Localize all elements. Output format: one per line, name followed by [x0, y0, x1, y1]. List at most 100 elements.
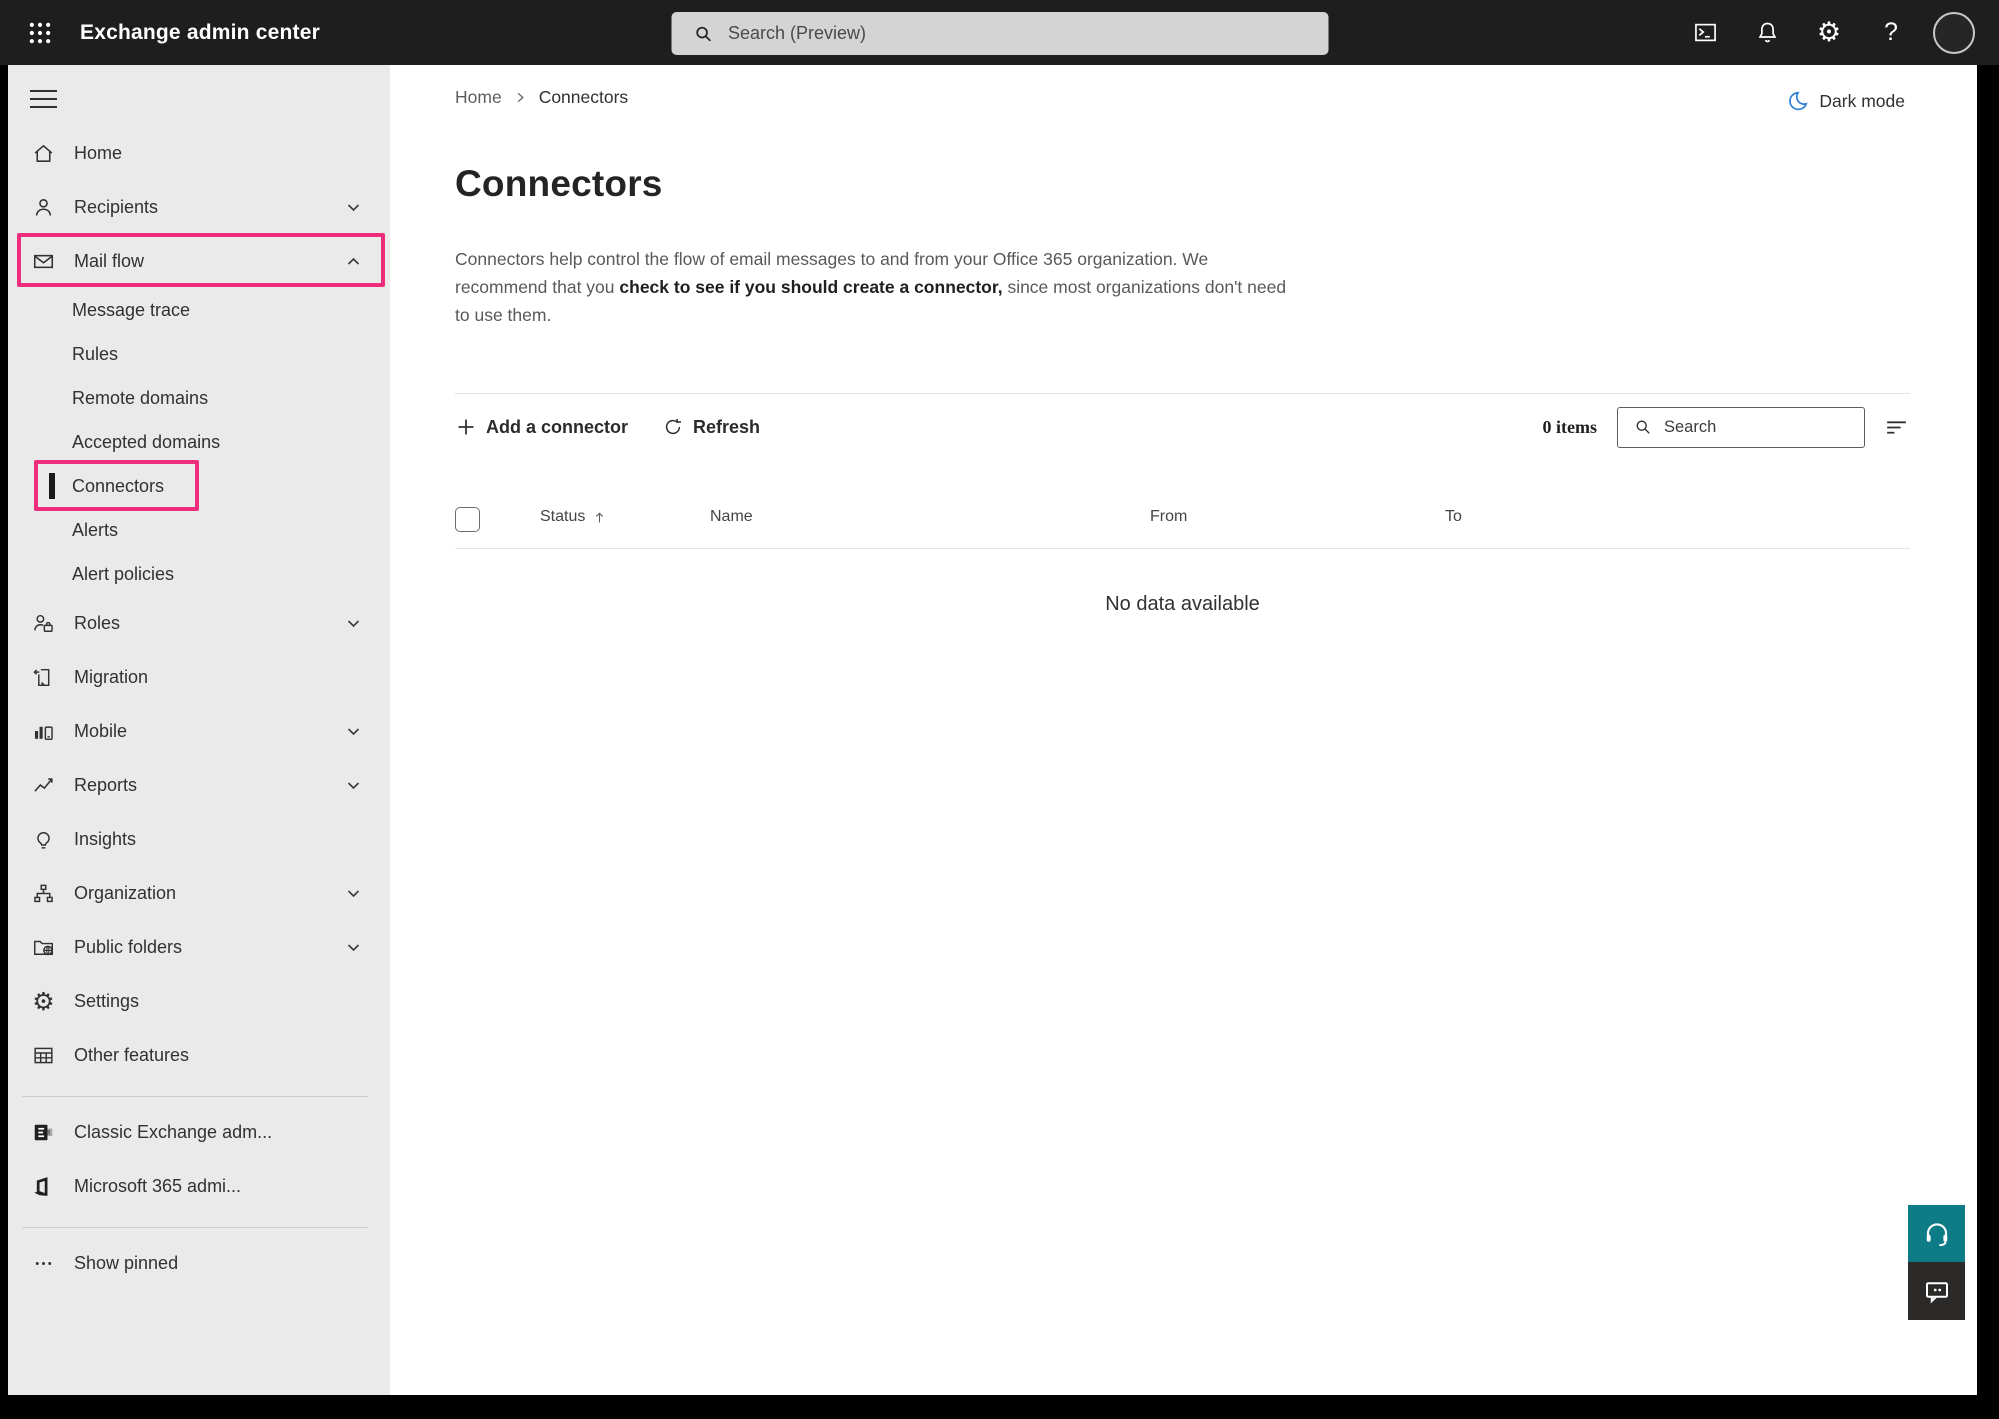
sidebar-item-connectors[interactable]: Connectors — [8, 464, 390, 508]
question-mark-icon: ? — [1884, 18, 1898, 47]
sidebar-item-label: Migration — [74, 667, 148, 688]
chevron-up-icon — [343, 251, 364, 272]
waffle-icon — [26, 19, 54, 47]
sidebar-item-label: Roles — [74, 613, 120, 634]
search-icon — [691, 22, 715, 46]
sidebar-item-settings[interactable]: ⚙ Settings — [8, 974, 390, 1028]
gear-icon: ⚙ — [1817, 19, 1841, 46]
notifications-button[interactable] — [1747, 13, 1787, 53]
global-search-input[interactable] — [728, 23, 1328, 44]
chevron-right-icon — [513, 90, 528, 105]
ellipsis-icon — [30, 1250, 57, 1277]
add-connector-button[interactable]: Add a connector — [455, 416, 628, 438]
list-toolbar: Add a connector Refresh 0 items — [455, 405, 1910, 449]
dark-mode-toggle[interactable]: Dark mode — [1784, 89, 1905, 114]
table-grid-icon — [30, 1042, 57, 1069]
refresh-icon — [662, 416, 684, 438]
sidebar-item-label: Connectors — [72, 476, 164, 497]
refresh-label: Refresh — [693, 417, 760, 438]
sidebar-item-remote-domains[interactable]: Remote domains — [8, 376, 390, 420]
sidebar-nav: Home Recipients Mail flow Message trace … — [8, 65, 390, 1395]
sidebar-item-show-pinned[interactable]: Show pinned — [8, 1236, 390, 1290]
create-connector-link[interactable]: check to see if you should create a conn… — [619, 277, 1002, 297]
line-chart-icon — [30, 772, 57, 799]
chevron-down-icon — [343, 721, 364, 742]
sidebar-item-classic-exchange-admin[interactable]: Classic Exchange adm... — [8, 1105, 390, 1159]
sidebar-item-label: Insights — [74, 829, 136, 850]
sidebar-item-microsoft-365-admin[interactable]: Microsoft 365 admi... — [8, 1159, 390, 1213]
section-divider — [455, 393, 1910, 394]
column-label: Status — [540, 508, 585, 526]
filter-sort-button[interactable] — [1883, 414, 1910, 441]
microsoft-365-logo-icon — [30, 1173, 57, 1200]
gear-icon: ⚙ — [30, 988, 57, 1015]
column-header-from[interactable]: From — [1150, 508, 1187, 526]
sidebar-item-reports[interactable]: Reports — [8, 758, 390, 812]
page-title: Connectors — [455, 163, 663, 205]
chevron-down-icon — [343, 197, 364, 218]
support-button[interactable] — [1908, 1205, 1965, 1262]
sidebar-item-mobile[interactable]: Mobile — [8, 704, 390, 758]
mobile-devices-icon — [30, 718, 57, 745]
table-header-divider — [455, 548, 1910, 549]
list-search-box[interactable] — [1617, 407, 1865, 448]
migration-document-icon — [30, 664, 57, 691]
settings-button[interactable]: ⚙ — [1809, 13, 1849, 53]
select-all-checkbox[interactable] — [455, 507, 480, 532]
column-header-to[interactable]: To — [1445, 508, 1462, 526]
screenshot-frame: Exchange admin center ⚙ ? — [0, 0, 1999, 1419]
sidebar-item-migration[interactable]: Migration — [8, 650, 390, 704]
account-avatar[interactable] — [1933, 12, 1975, 54]
sidebar-item-mail-flow[interactable]: Mail flow — [8, 234, 390, 288]
column-header-status[interactable]: Status — [540, 508, 608, 526]
help-button[interactable]: ? — [1871, 13, 1911, 53]
sidebar-divider — [22, 1227, 368, 1228]
collapse-nav-button[interactable] — [30, 90, 57, 108]
sidebar-item-recipients[interactable]: Recipients — [8, 180, 390, 234]
sidebar-item-label: Rules — [72, 344, 118, 365]
sidebar-item-label: Mobile — [74, 721, 127, 742]
app-title: Exchange admin center — [80, 0, 320, 65]
breadcrumb-current: Connectors — [539, 87, 629, 108]
folder-globe-icon — [30, 934, 57, 961]
sidebar-item-label: Show pinned — [74, 1253, 178, 1274]
sidebar-item-home[interactable]: Home — [8, 126, 390, 180]
list-search-input[interactable] — [1664, 418, 1864, 437]
sidebar-item-insights[interactable]: Insights — [8, 812, 390, 866]
sidebar-item-message-trace[interactable]: Message trace — [8, 288, 390, 332]
items-count: 0 items — [1543, 417, 1597, 438]
filter-lines-icon — [1883, 414, 1910, 441]
sidebar-item-organization[interactable]: Organization — [8, 866, 390, 920]
sidebar-item-alerts[interactable]: Alerts — [8, 508, 390, 552]
person-badge-icon — [30, 610, 57, 637]
sidebar-item-alert-policies[interactable]: Alert policies — [8, 552, 390, 596]
chevron-down-icon — [343, 775, 364, 796]
feedback-button[interactable] — [1908, 1262, 1965, 1320]
home-icon — [30, 140, 57, 167]
nav-list: Home Recipients Mail flow Message trace … — [8, 126, 390, 1290]
person-icon — [30, 194, 57, 221]
refresh-button[interactable]: Refresh — [662, 416, 760, 438]
main-content: Home Connectors Dark mode Connectors Con… — [390, 65, 1977, 1395]
sidebar-item-rules[interactable]: Rules — [8, 332, 390, 376]
sidebar-item-label: Reports — [74, 775, 137, 796]
sidebar-item-roles[interactable]: Roles — [8, 596, 390, 650]
sidebar-item-label: Message trace — [72, 300, 190, 321]
breadcrumb-home-link[interactable]: Home — [455, 87, 502, 108]
powershell-button[interactable] — [1685, 13, 1725, 53]
app-launcher-button[interactable] — [24, 17, 56, 49]
sidebar-item-label: Recipients — [74, 197, 158, 218]
sidebar-item-label: Home — [74, 143, 122, 164]
column-header-name[interactable]: Name — [710, 508, 753, 526]
add-connector-label: Add a connector — [486, 417, 628, 438]
sort-ascending-icon — [591, 509, 608, 526]
page-description: Connectors help control the flow of emai… — [455, 245, 1300, 329]
sidebar-item-label: Classic Exchange adm... — [74, 1122, 272, 1143]
sidebar-item-accepted-domains[interactable]: Accepted domains — [8, 420, 390, 464]
bell-icon — [1754, 19, 1781, 46]
sidebar-item-public-folders[interactable]: Public folders — [8, 920, 390, 974]
global-search-box[interactable] — [671, 12, 1328, 55]
sidebar-item-other-features[interactable]: Other features — [8, 1028, 390, 1082]
toolbar-right: 0 items — [1543, 407, 1910, 448]
feedback-bubble-icon — [1922, 1276, 1952, 1306]
